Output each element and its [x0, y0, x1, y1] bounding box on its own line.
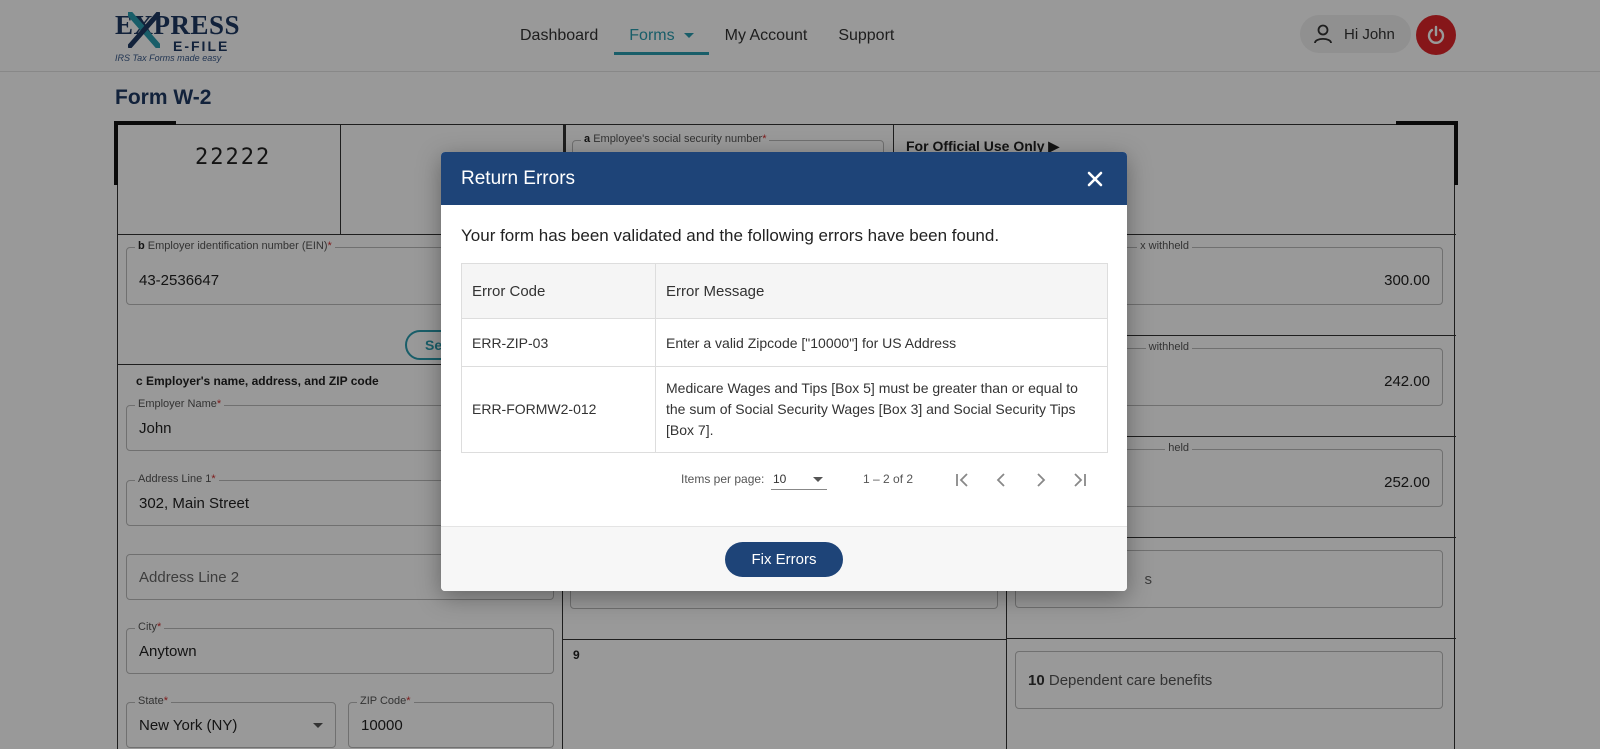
error-code-cell: ERR-FORMW2-012 — [461, 366, 656, 453]
items-per-page-select[interactable]: 10 — [771, 470, 827, 490]
close-icon[interactable] — [1085, 169, 1105, 189]
first-page-icon — [956, 473, 968, 487]
table-paginator: Items per page: 10 1 – 2 of 2 — [441, 470, 1127, 492]
next-page-button[interactable] — [1029, 468, 1053, 492]
dialog-intro-text: Your form has been validated and the fol… — [461, 226, 1000, 245]
error-code-cell: ERR-ZIP-03 — [461, 318, 656, 367]
table-row: ERR-ZIP-03 Enter a valid Zipcode ["10000… — [461, 318, 1108, 367]
last-page-icon — [1074, 473, 1086, 487]
column-header-error-code: Error Code — [461, 263, 656, 319]
dialog-title: Return Errors — [461, 168, 576, 189]
fix-errors-button-label: Fix Errors — [751, 551, 817, 568]
chevron-right-icon — [1037, 473, 1046, 487]
page-range-label: 1 – 2 of 2 — [863, 472, 914, 486]
table-header-row: Error Code Error Message — [461, 263, 1108, 319]
items-per-page-label: Items per page: — [681, 472, 765, 486]
chevron-left-icon — [996, 473, 1005, 487]
table-row: ERR-FORMW2-012 Medicare Wages and Tips [… — [461, 366, 1108, 453]
return-errors-dialog: Return Errors Your form has been validat… — [441, 152, 1127, 591]
fix-errors-button[interactable]: Fix Errors — [725, 542, 843, 577]
last-page-button[interactable] — [1067, 468, 1091, 492]
error-message-cell: Medicare Wages and Tips [Box 5] must be … — [655, 366, 1108, 453]
column-header-error-message: Error Message — [655, 263, 1108, 319]
errors-table: Error Code Error Message ERR-ZIP-03 Ente… — [461, 263, 1108, 453]
previous-page-button[interactable] — [989, 468, 1013, 492]
first-page-button[interactable] — [951, 468, 975, 492]
items-per-page-value: 10 — [773, 472, 787, 486]
dialog-footer: Fix Errors — [441, 526, 1127, 591]
dialog-header: Return Errors — [441, 152, 1127, 205]
chevron-down-icon — [813, 477, 823, 482]
error-message-cell: Enter a valid Zipcode ["10000"] for US A… — [655, 318, 1108, 367]
